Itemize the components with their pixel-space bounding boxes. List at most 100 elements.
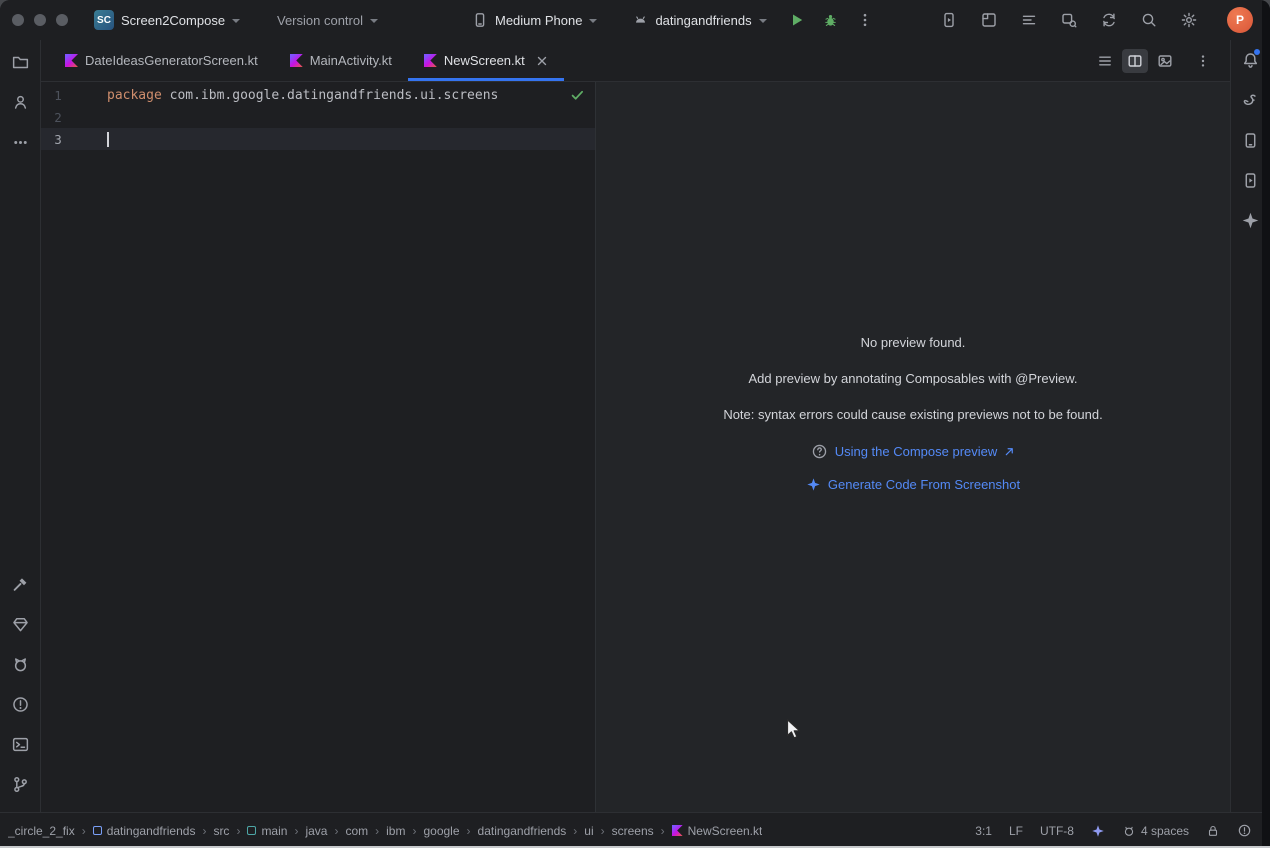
breadcrumb-item[interactable]: _circle_2_fix [8, 824, 75, 838]
inspections-ok-check-icon[interactable] [570, 88, 585, 107]
tab-newscreen[interactable]: NewScreen.kt [408, 40, 564, 81]
gem-icon[interactable] [4, 608, 36, 640]
text-caret [107, 132, 109, 147]
editor-line-1: 1 package com.ibm.google.datingandfriend… [41, 84, 595, 106]
breadcrumb-item[interactable]: screens [612, 824, 654, 838]
tab-label: MainActivity.kt [310, 53, 392, 68]
chevron-separator [195, 824, 213, 838]
breadcrumb-item[interactable]: ui [584, 824, 593, 838]
breadcrumb: _circle_2_fix datingandfriends src main … [8, 824, 762, 838]
build-hammer-icon[interactable] [4, 568, 36, 600]
problems-indicator-icon[interactable] [1235, 823, 1254, 838]
breadcrumb-item[interactable]: ibm [386, 824, 405, 838]
close-tab-icon[interactable] [536, 55, 548, 67]
version-control-branch-icon[interactable] [4, 768, 36, 800]
terminal-icon[interactable] [4, 728, 36, 760]
spaces-widget-icon [1122, 824, 1136, 838]
line-number[interactable]: 3 [41, 132, 75, 147]
chevron-separator [368, 824, 386, 838]
tab-mainactivity[interactable]: MainActivity.kt [274, 40, 408, 81]
line-number[interactable]: 1 [41, 88, 75, 103]
readonly-lock-icon[interactable] [1204, 824, 1222, 838]
app-inspection-icon[interactable] [1059, 10, 1079, 30]
logcat-lines-icon[interactable] [1019, 10, 1039, 30]
gemini-sparkle-icon [806, 477, 821, 492]
screen-edge-strip [1262, 0, 1270, 848]
more-run-options-button[interactable] [855, 10, 875, 30]
title-bar: SC Screen2Compose Version control Medium… [0, 0, 1270, 40]
debug-button[interactable] [821, 10, 841, 30]
breadcrumb-item[interactable]: src [213, 824, 229, 838]
phone-icon [472, 12, 488, 28]
breadcrumb-item[interactable]: main [247, 824, 287, 838]
line-separator-widget[interactable]: LF [1007, 824, 1025, 838]
chevron-down-icon [759, 19, 767, 23]
editor-tab-bar: DateIdeasGeneratorScreen.kt MainActivity… [41, 40, 1230, 82]
notification-badge [1254, 49, 1260, 55]
editor-line-2: 2 [41, 106, 595, 128]
syntax-note-text: Note: syntax errors could cause existing… [723, 407, 1102, 422]
kotlin-file-icon [290, 54, 303, 67]
zoom-window-button[interactable] [56, 14, 68, 26]
editor-view-mode-controls [1092, 40, 1216, 82]
chevron-separator [405, 824, 423, 838]
titlebar-actions: P [939, 0, 1253, 40]
project-widget[interactable]: SC Screen2Compose [94, 0, 240, 40]
ai-sparkle-icon[interactable] [1089, 824, 1107, 838]
breadcrumb-item[interactable]: java [305, 824, 327, 838]
kotlin-file-icon [424, 54, 437, 67]
tab-dateideasgeneratorscreen[interactable]: DateIdeasGeneratorScreen.kt [49, 40, 274, 81]
generate-code-from-screenshot-link[interactable]: Generate Code From Screenshot [806, 477, 1020, 492]
breadcrumb-item[interactable]: google [423, 824, 459, 838]
editor-options-menu-icon[interactable] [1190, 49, 1216, 73]
breadcrumb-item-file[interactable]: NewScreen.kt [672, 824, 763, 838]
breadcrumb-item[interactable]: com [345, 824, 368, 838]
design-view-button[interactable] [1152, 49, 1178, 73]
add-preview-text: Add preview by annotating Composables wi… [749, 371, 1078, 386]
code-editor[interactable]: 1 package com.ibm.google.datingandfriend… [41, 82, 596, 812]
no-preview-text: No preview found. [861, 335, 966, 350]
run-config-selector[interactable]: datingandfriends [633, 13, 766, 28]
logcat-icon[interactable] [4, 648, 36, 680]
line-number[interactable]: 2 [41, 110, 75, 125]
problems-icon[interactable] [4, 688, 36, 720]
project-name: Screen2Compose [121, 13, 225, 28]
code-view-button[interactable] [1092, 49, 1118, 73]
close-window-button[interactable] [12, 14, 24, 26]
kebab-menu-icon [857, 12, 873, 28]
run-config-label: datingandfriends [655, 13, 751, 28]
external-link-icon [1004, 446, 1015, 457]
settings-gear-icon[interactable] [1179, 10, 1199, 30]
chevron-separator [75, 824, 93, 838]
breadcrumb-item[interactable]: datingandfriends [478, 824, 567, 838]
run-button[interactable] [787, 10, 807, 30]
chevron-separator [287, 824, 305, 838]
device-selector-label: Medium Phone [495, 13, 582, 28]
search-icon[interactable] [1139, 10, 1159, 30]
run-toolbar: Medium Phone datingandfriends [472, 0, 875, 40]
chevron-separator [229, 824, 247, 838]
running-devices-icon[interactable] [939, 10, 959, 30]
encoding-widget[interactable]: UTF-8 [1038, 824, 1076, 838]
breadcrumb-item[interactable]: datingandfriends [93, 824, 196, 838]
project-badge-icon: SC [94, 10, 114, 30]
bug-icon [822, 12, 839, 29]
person-icon[interactable] [4, 86, 36, 118]
minimize-window-button[interactable] [34, 14, 46, 26]
chevron-separator [460, 824, 478, 838]
caret-position-widget[interactable]: 3:1 [973, 824, 994, 838]
compose-preview-panel: No preview found. Add preview by annotat… [596, 82, 1230, 812]
split-view-button[interactable] [1122, 49, 1148, 73]
indentation-widget[interactable]: 4 spaces [1120, 824, 1191, 838]
user-avatar[interactable]: P [1227, 7, 1253, 33]
layout-inspector-icon[interactable] [979, 10, 999, 30]
sync-project-icon[interactable] [1099, 10, 1119, 30]
compose-preview-help-link[interactable]: Using the Compose preview [811, 443, 1016, 460]
kotlin-file-icon [65, 54, 78, 67]
status-bar: _circle_2_fix datingandfriends src main … [0, 812, 1270, 848]
device-selector[interactable]: Medium Phone [472, 12, 597, 28]
more-tool-windows-icon[interactable] [4, 126, 36, 158]
project-folder-icon[interactable] [4, 46, 36, 78]
version-control-widget[interactable]: Version control [277, 0, 378, 40]
chevron-down-icon [589, 19, 597, 23]
